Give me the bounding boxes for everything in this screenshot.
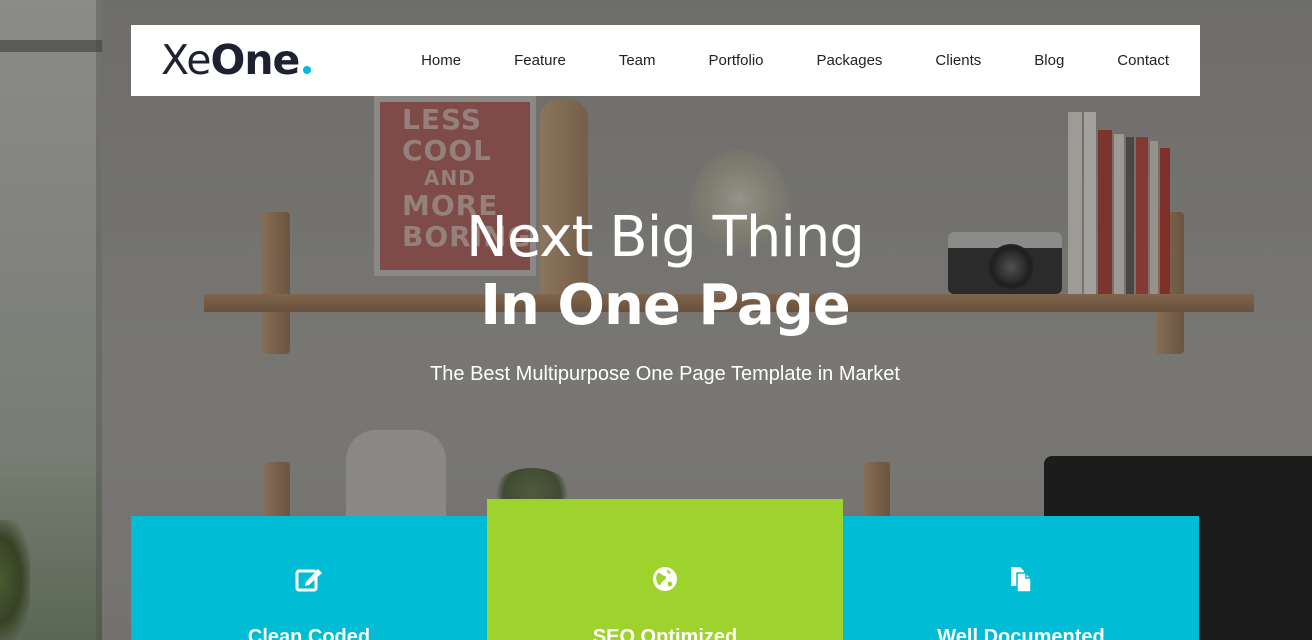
nav-team[interactable]: Team xyxy=(619,52,656,69)
feature-clean-coded[interactable]: Clean Coded xyxy=(131,516,487,640)
logo-text-bold: One xyxy=(210,36,300,84)
hero-title: Next Big Thing In One Page xyxy=(0,204,1312,340)
nav-clients[interactable]: Clients xyxy=(935,52,981,69)
nav-contact[interactable]: Contact xyxy=(1117,52,1169,69)
feature-title: Well Documented xyxy=(937,626,1105,640)
nav-packages[interactable]: Packages xyxy=(817,52,883,69)
main-nav: Home Feature Team Portfolio Packages Cli… xyxy=(421,52,1169,69)
documents-icon xyxy=(1011,567,1032,593)
nav-portfolio[interactable]: Portfolio xyxy=(709,52,764,69)
feature-title: Clean Coded xyxy=(247,626,371,640)
edit-icon xyxy=(295,569,322,592)
hero-section: LESS COOL AND MORE BORING Xe One Home Fe… xyxy=(0,0,1312,640)
navbar: Xe One Home Feature Team Portfolio Packag… xyxy=(131,25,1200,96)
logo[interactable]: Xe One xyxy=(161,36,312,84)
hero-title-line1: Next Big Thing xyxy=(466,205,865,270)
logo-text-light: Xe xyxy=(161,36,211,84)
feature-well-documented[interactable]: Well Documented xyxy=(843,516,1199,640)
nav-blog[interactable]: Blog xyxy=(1034,52,1064,69)
logo-dot xyxy=(303,66,312,74)
globe-icon xyxy=(653,567,677,591)
feature-title: SEO Optimized xyxy=(592,626,738,640)
feature-boxes: Clean Coded SEO Optimized Well Documente… xyxy=(131,499,1199,640)
hero-title-line2: In One Page xyxy=(480,273,851,338)
nav-feature[interactable]: Feature xyxy=(514,52,566,69)
hero-subtitle: The Best Multipurpose One Page Template … xyxy=(430,363,900,385)
nav-home[interactable]: Home xyxy=(421,52,461,69)
feature-seo-optimized[interactable]: SEO Optimized xyxy=(487,499,843,640)
